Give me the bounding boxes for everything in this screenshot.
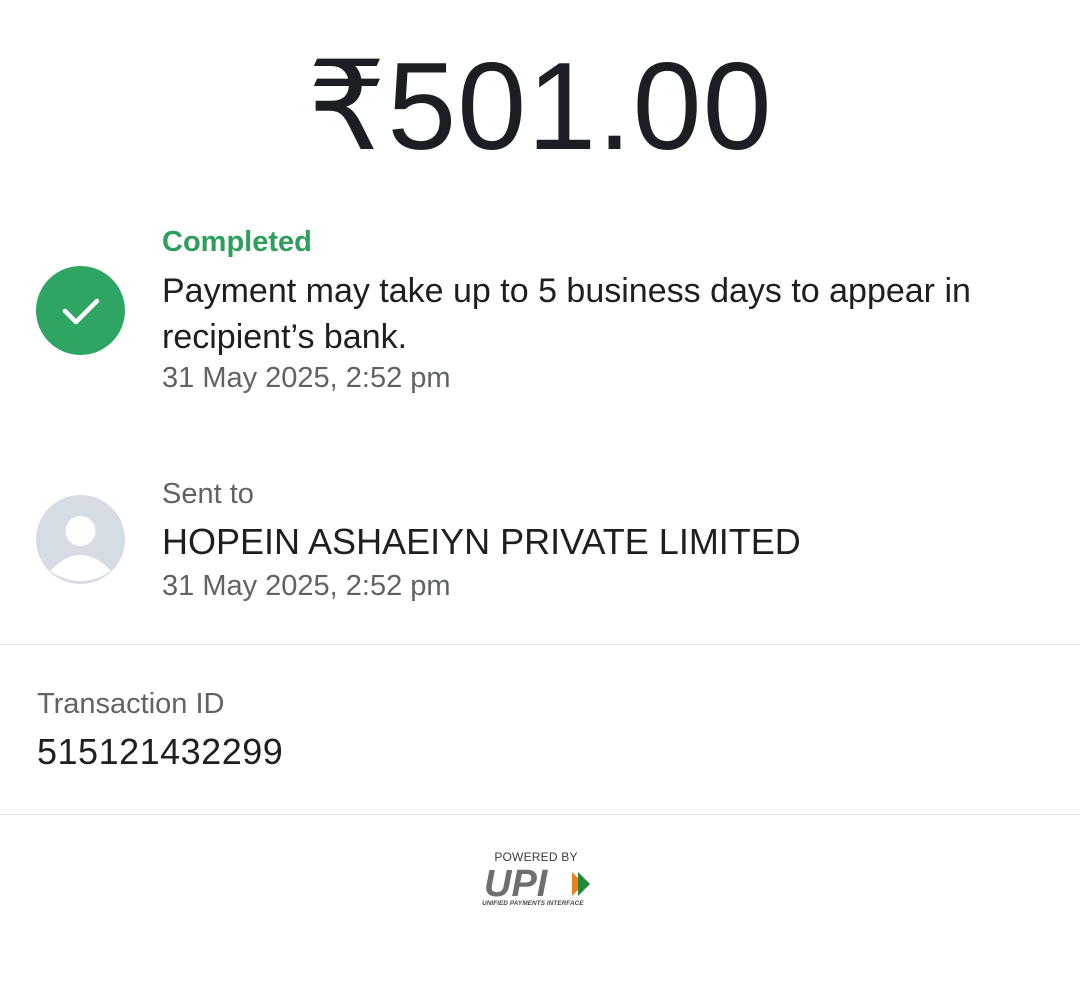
- recipient-name[interactable]: HOPEIN ASHAEIYN PRIVATE LIMITED: [162, 521, 801, 563]
- completed-status-icon: [36, 266, 125, 355]
- transaction-id-label: Transaction ID: [37, 688, 225, 720]
- upi-subtitle: UNIFIED PAYMENTS INTERFACE: [482, 900, 584, 907]
- status-label: Completed: [162, 226, 312, 258]
- powered-by-label: POWERED BY: [494, 850, 578, 864]
- payment-amount: ₹501.00: [307, 38, 773, 176]
- status-message: Payment may take up to 5 business days t…: [162, 272, 971, 356]
- upi-brand-icon: UPI: [484, 866, 590, 900]
- status-datetime: 31 May 2025, 2:52 pm: [162, 362, 451, 394]
- check-icon: [62, 298, 100, 325]
- divider: [0, 814, 1080, 815]
- avatar-icon: [50, 516, 111, 581]
- recipient-datetime: 31 May 2025, 2:52 pm: [162, 570, 451, 602]
- upi-brand-text: UPI: [484, 866, 549, 900]
- upi-logo: POWERED BY UPI UNIFIED PAYMENTS INTERFAC…: [470, 846, 610, 916]
- sent-to-label: Sent to: [162, 478, 254, 510]
- transaction-id-value[interactable]: 515121432299: [37, 731, 283, 773]
- recipient-avatar: [36, 495, 125, 584]
- divider: [0, 644, 1080, 645]
